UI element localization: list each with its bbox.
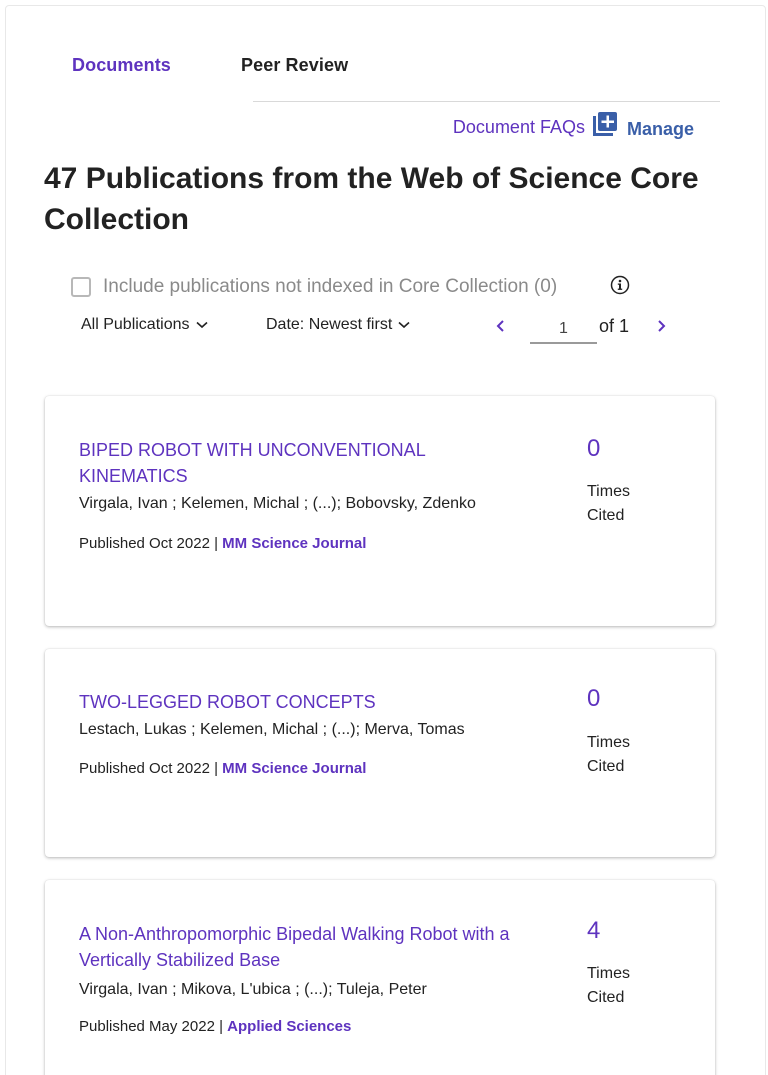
sort-dropdown[interactable]: Date: Newest first [266, 316, 410, 334]
manage-link[interactable]: Manage [627, 119, 694, 140]
chevron-down-icon [398, 321, 410, 329]
tab-documents[interactable]: Documents [72, 55, 171, 76]
publications-filter-dropdown[interactable]: All Publications [81, 316, 208, 334]
times-cited-count[interactable]: 4 [587, 917, 600, 945]
publication-date: Published Oct 2022 | MM Science Journal [79, 760, 366, 777]
publication-card: A Non-Anthropomorphic Bipedal Walking Ro… [45, 880, 715, 1075]
include-label: Include publications not indexed in Core… [103, 276, 558, 297]
chevron-right-icon[interactable] [656, 318, 668, 334]
published-text: Published May 2022 | [79, 1018, 228, 1035]
add-box-icon[interactable] [592, 112, 617, 136]
published-text: Published Oct 2022 | [79, 760, 223, 777]
publication-title-link[interactable]: TWO-LEGGED ROBOT CONCEPTS [79, 689, 529, 715]
times-cited-count[interactable]: 0 [587, 435, 600, 463]
publication-authors: Lestach, Lukas ; Kelemen, Michal ; (...)… [79, 721, 465, 738]
times-cited-count[interactable]: 0 [587, 685, 600, 713]
page-number-input[interactable] [530, 316, 597, 344]
sort-label: Date: Newest first [266, 316, 393, 333]
publication-title-link[interactable]: BIPED ROBOT WITH UNCONVENTIONAL KINEMATI… [79, 437, 529, 489]
include-non-core-option[interactable]: Include publications not indexed in Core… [71, 274, 557, 300]
tab-bar: Documents Peer Review [40, 55, 720, 103]
times-cited-label: Times Cited [587, 483, 630, 524]
page-total: of 1 [599, 316, 630, 336]
publication-title-link[interactable]: A Non-Anthropomorphic Bipedal Walking Ro… [79, 921, 529, 973]
journal-link[interactable]: Applied Sciences [227, 1018, 351, 1035]
times-cited-label: Times Cited [587, 965, 630, 1006]
chevron-left-icon[interactable] [494, 318, 506, 334]
publication-card: TWO-LEGGED ROBOT CONCEPTS Lestach, Lukas… [45, 649, 715, 857]
tab-divider [253, 101, 720, 102]
publication-card: BIPED ROBOT WITH UNCONVENTIONAL KINEMATI… [45, 396, 715, 626]
published-text: Published Oct 2022 | [79, 535, 223, 552]
page-title: 47 Publications from the Web of Science … [44, 162, 699, 236]
journal-link[interactable]: MM Science Journal [222, 760, 366, 777]
publication-authors: Virgala, Ivan ; Mikova, L'ubica ; (...);… [79, 981, 427, 998]
info-icon[interactable] [610, 275, 630, 295]
publication-date: Published May 2022 | Applied Sciences [79, 1018, 351, 1035]
publication-authors: Virgala, Ivan ; Kelemen, Michal ; (...);… [79, 495, 476, 512]
journal-link[interactable]: MM Science Journal [222, 535, 366, 552]
tab-peer-review[interactable]: Peer Review [241, 55, 348, 76]
publications-filter-label: All Publications [81, 316, 190, 333]
document-links: Document FAQs Manage [453, 112, 694, 142]
chevron-down-icon [195, 321, 208, 329]
document-faqs-link[interactable]: Document FAQs [453, 117, 585, 138]
times-cited-label: Times Cited [587, 734, 630, 775]
publication-date: Published Oct 2022 | MM Science Journal [79, 535, 366, 552]
filter-row: All Publications Date: Newest first of 1 [0, 316, 768, 346]
include-checkbox[interactable] [71, 277, 91, 297]
